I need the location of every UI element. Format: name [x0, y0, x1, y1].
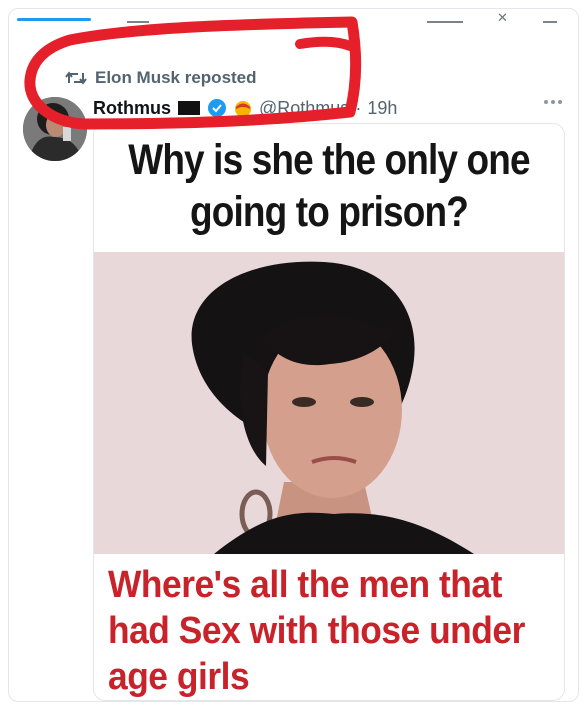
- emoji-icon: [235, 101, 251, 117]
- repost-header[interactable]: Elon Musk reposted: [65, 67, 257, 89]
- views-action-icon[interactable]: [427, 21, 463, 23]
- flag-icon: [178, 101, 200, 115]
- like-action-icon[interactable]: [327, 21, 353, 23]
- bookmark-icon[interactable]: ✕: [497, 11, 508, 24]
- meme-top-text: Why is she the only one going to prison?: [128, 136, 530, 236]
- more-icon[interactable]: [542, 98, 564, 106]
- meme-bottom-text: Where's all the men that had Sex with th…: [108, 564, 525, 698]
- active-indicator: [17, 18, 91, 21]
- author-row: Rothmus @Rothmus · 19h: [93, 95, 397, 121]
- separator: ·: [355, 97, 362, 118]
- meme-photo: [94, 252, 564, 554]
- repost-label: Elon Musk reposted: [95, 68, 257, 87]
- share-action-icon[interactable]: [543, 21, 557, 23]
- verified-icon: [208, 99, 226, 117]
- author-handle[interactable]: @Rothmus: [259, 98, 349, 119]
- tweet-card[interactable]: ✕ Elon Musk reposted Rothmus @Rothmus · …: [8, 8, 579, 702]
- top-action-bar: ✕: [9, 9, 578, 35]
- retweet-action-icon[interactable]: [221, 21, 251, 23]
- post-image[interactable]: Why is she the only one going to prison?…: [93, 123, 565, 701]
- reply-icon[interactable]: [127, 21, 149, 23]
- avatar[interactable]: [23, 97, 87, 161]
- retweet-icon: [65, 71, 87, 85]
- author-name[interactable]: Rothmus: [93, 98, 171, 119]
- post-time[interactable]: 19h: [367, 98, 397, 119]
